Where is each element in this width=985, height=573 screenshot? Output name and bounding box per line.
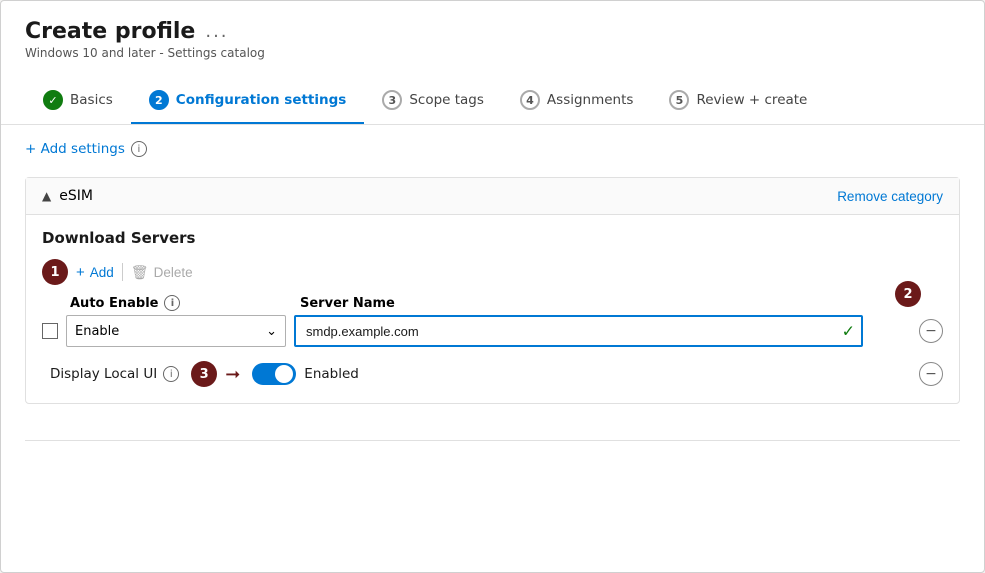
more-options-icon[interactable]: ... (205, 21, 228, 42)
toolbar-row: 1 + Add 🗑 Delete (42, 259, 943, 285)
remove-category-button[interactable]: Remove category (837, 189, 943, 204)
display-local-info-icon[interactable]: i (163, 366, 179, 382)
page-subtitle: Windows 10 and later - Settings catalog (25, 46, 960, 60)
delete-icon: 🗑 (131, 264, 149, 281)
tab-label-scope: Scope tags (409, 92, 484, 108)
server-name-input[interactable] (294, 315, 863, 347)
category-header-left: ▲ eSIM (42, 188, 93, 204)
col-server-name-label: Server Name (300, 296, 395, 311)
main-window: Create profile ... Windows 10 and later … (0, 0, 985, 573)
display-local-label: Display Local UI i (50, 366, 179, 382)
tab-num-config: 2 (149, 90, 169, 110)
tab-num-basics: ✓ (43, 90, 63, 110)
collapse-chevron-icon[interactable]: ▲ (42, 189, 51, 203)
tab-num-review: 5 (669, 90, 689, 110)
auto-enable-info-icon[interactable]: i (164, 295, 180, 311)
page-title: Create profile (25, 19, 195, 44)
dropdown-chevron-icon: ⌄ (266, 324, 277, 339)
toolbar-divider (122, 263, 123, 281)
display-local-remove-button[interactable]: − (919, 362, 943, 386)
tab-config[interactable]: 2 Configuration settings (131, 80, 365, 124)
data-row-wrapper: Enable ⌄ ✓ 2 − (42, 315, 943, 347)
tabs-bar: ✓ Basics 2 Configuration settings 3 Scop… (1, 70, 984, 125)
category-name: eSIM (59, 188, 93, 204)
tab-label-review: Review + create (696, 92, 807, 108)
col-auto-enable-label: Auto Enable (70, 296, 158, 311)
enable-value: Enable (75, 324, 119, 339)
enable-dropdown[interactable]: Enable ⌄ (66, 315, 286, 347)
plus-icon: + (76, 264, 85, 281)
delete-button[interactable]: 🗑 Delete (131, 264, 193, 281)
toggle-state-label: Enabled (304, 366, 359, 382)
download-servers-title: Download Servers (42, 229, 943, 247)
tab-label-assignments: Assignments (547, 92, 634, 108)
annotation-2: 2 (895, 281, 921, 307)
tab-num-scope: 3 (382, 90, 402, 110)
add-settings-label: + Add settings (25, 141, 125, 157)
tab-num-assignments: 4 (520, 90, 540, 110)
display-local-toggle[interactable] (252, 363, 296, 385)
category-header: ▲ eSIM Remove category (26, 178, 959, 215)
row-remove-button[interactable]: − (919, 319, 943, 343)
annotation-1: 1 (42, 259, 68, 285)
add-button[interactable]: + Add (76, 264, 114, 281)
tab-assignments[interactable]: 4 Assignments (502, 80, 652, 124)
table-header: Auto Enable i Server Name (42, 295, 943, 311)
toggle-wrapper: Enabled (252, 363, 359, 385)
annotation-arrow: ➞ (225, 364, 240, 385)
input-valid-icon: ✓ (842, 322, 855, 341)
row-checkbox[interactable] (42, 323, 58, 339)
category-section: ▲ eSIM Remove category Download Servers … (25, 177, 960, 404)
category-body: Download Servers 1 + Add 🗑 Delete (26, 215, 959, 403)
annotation-3: 3 (191, 361, 217, 387)
tab-basics[interactable]: ✓ Basics (25, 80, 131, 124)
display-local-row: Display Local UI i 3 ➞ Enabled − (42, 361, 943, 387)
server-name-input-wrapper: ✓ (294, 315, 863, 347)
tab-review[interactable]: 5 Review + create (651, 80, 825, 124)
tab-label-config: Configuration settings (176, 92, 347, 108)
header: Create profile ... Windows 10 and later … (1, 1, 984, 70)
tab-label-basics: Basics (70, 92, 113, 108)
add-settings-info-icon[interactable]: i (131, 141, 147, 157)
tab-scope[interactable]: 3 Scope tags (364, 80, 502, 124)
toggle-thumb (275, 365, 293, 383)
content-area: + Add settings i ▲ eSIM Remove category … (1, 125, 984, 440)
add-settings-link[interactable]: + Add settings i (25, 141, 960, 157)
bottom-divider (25, 440, 960, 441)
